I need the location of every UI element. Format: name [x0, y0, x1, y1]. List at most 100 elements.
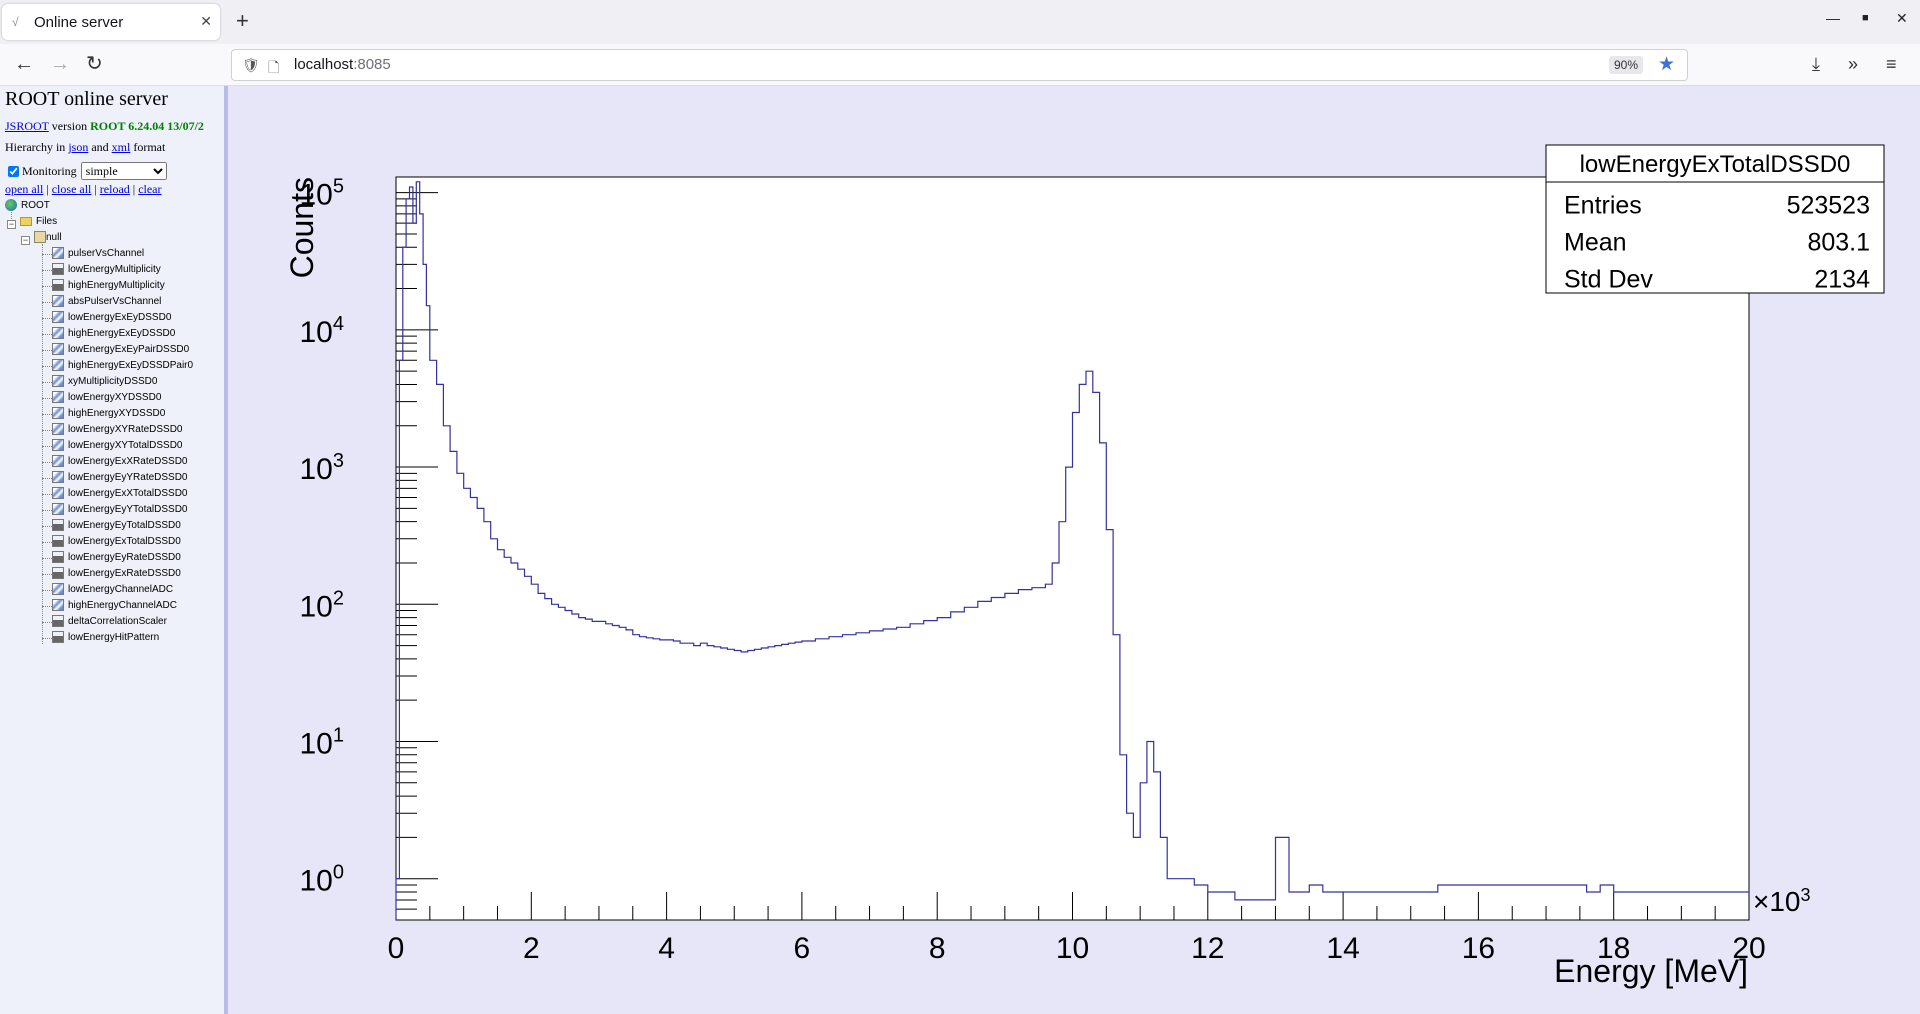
- shield-icon[interactable]: 🛡: [242, 57, 260, 74]
- collapse-null-icon[interactable]: −: [21, 236, 30, 245]
- json-link[interactable]: json: [68, 140, 88, 154]
- reload-icon[interactable]: ↻: [86, 53, 103, 75]
- tree-connector: [42, 366, 52, 367]
- url-port: :8085: [353, 56, 391, 73]
- new-tab-icon[interactable]: +: [236, 10, 249, 32]
- tree-connector: [42, 638, 52, 639]
- collapse-files-icon[interactable]: −: [7, 220, 16, 229]
- y-axis-title: Counts: [284, 177, 320, 278]
- x-tick-label: 8: [929, 932, 946, 965]
- tree-item[interactable]: absPulserVsChannel: [52, 294, 161, 310]
- tree-item-label: lowEnergyXYRateDSSD0: [68, 424, 183, 435]
- stats-stddev-label: Std Dev: [1564, 266, 1653, 294]
- tree-item[interactable]: deltaCorrelationScaler: [52, 614, 167, 630]
- h2-icon: [52, 311, 64, 324]
- tree-item[interactable]: lowEnergyExEyDSSD0: [52, 310, 171, 326]
- minimize-icon[interactable]: —: [1826, 10, 1840, 26]
- tree-connector: [42, 334, 52, 335]
- close-all-link[interactable]: close all: [52, 182, 92, 196]
- hierarchy-line: Hierarchy in json and xml format: [5, 140, 165, 155]
- reload-link[interactable]: reload: [100, 182, 130, 196]
- tree-root-label: ROOT: [21, 200, 50, 211]
- clear-link[interactable]: clear: [138, 182, 161, 196]
- tree-connector: [42, 478, 52, 479]
- back-icon[interactable]: ←: [14, 53, 34, 75]
- histogram-canvas[interactable]: 0 2 4 6 8 10 12 14 16 18 20 100101102103104105 ×10…: [228, 86, 1920, 1014]
- tree-item[interactable]: highEnergyMultiplicity: [52, 278, 165, 294]
- bookmark-star-icon[interactable]: ★: [1658, 53, 1675, 76]
- tree-item[interactable]: highEnergyExEyDSSDPair0: [52, 358, 193, 374]
- tree-item-label: absPulserVsChannel: [68, 296, 162, 307]
- menu-icon[interactable]: ≡: [1886, 54, 1897, 74]
- maximize-icon[interactable]: ■: [1862, 12, 1869, 24]
- close-window-icon[interactable]: ✕: [1896, 10, 1908, 27]
- tab-title: Online server: [34, 14, 124, 31]
- tree-item-label: lowEnergyExTotalDSSD0: [68, 536, 181, 547]
- tree-null-file[interactable]: null: [34, 230, 62, 246]
- tree-connector: [42, 574, 52, 575]
- overflow-icon[interactable]: »: [1848, 54, 1858, 74]
- x-tick-label: 14: [1326, 932, 1359, 965]
- forward-icon[interactable]: →: [50, 53, 70, 75]
- h2-icon: [52, 407, 64, 420]
- tree-item[interactable]: lowEnergyHitPattern: [52, 630, 159, 646]
- monitoring-label: Monitoring: [22, 163, 77, 178]
- version-word: version: [51, 119, 88, 133]
- downloads-icon[interactable]: ⤓: [1812, 54, 1820, 74]
- jsroot-link[interactable]: JSROOT: [5, 119, 49, 133]
- tree-item[interactable]: lowEnergyXYTotalDSSD0: [52, 438, 183, 454]
- tree-item[interactable]: lowEnergyXYRateDSSD0: [52, 422, 183, 438]
- tree-item-label: highEnergyExEyDSSD0: [68, 328, 176, 339]
- tree-item[interactable]: lowEnergyEyRateDSSD0: [52, 550, 181, 566]
- stats-box[interactable]: lowEnergyExTotalDSSD0 Entries 523523 Mea…: [1545, 144, 1885, 294]
- tree-item[interactable]: lowEnergyExRateDSSD0: [52, 566, 181, 582]
- tree-item[interactable]: xyMultiplicityDSSD0: [52, 374, 157, 390]
- root-file-icon: [34, 231, 46, 244]
- monitoring-checkbox[interactable]: [8, 165, 19, 177]
- h2-icon: [52, 375, 64, 388]
- xml-link[interactable]: xml: [112, 140, 131, 154]
- tree-item[interactable]: lowEnergyChannelADC: [52, 582, 173, 598]
- tree-item[interactable]: lowEnergyEyYRateDSSD0: [52, 470, 188, 486]
- tree-files-label: Files: [36, 216, 58, 227]
- url-host: localhost: [294, 56, 354, 73]
- tree-item-label: lowEnergyChannelADC: [68, 584, 174, 595]
- tree-item[interactable]: highEnergyExEyDSSD0: [52, 326, 175, 342]
- tree-files[interactable]: Files: [20, 214, 57, 230]
- tree-item[interactable]: highEnergyChannelADC: [52, 598, 177, 614]
- page-icon[interactable]: 🗋: [268, 57, 279, 81]
- y-tick-base: 10: [300, 727, 333, 760]
- tree-connector: [42, 414, 52, 415]
- tree-item[interactable]: lowEnergyMultiplicity: [52, 262, 161, 278]
- tree-item[interactable]: lowEnergyXYDSSD0: [52, 390, 161, 406]
- browser-tab[interactable]: √ Online server ✕: [2, 4, 220, 40]
- tree-actions: open all | close all | reload | clear: [5, 182, 162, 196]
- url-bar[interactable]: 🛡 🗋 localhost:8085 90% ★: [231, 49, 1688, 81]
- tree-item-label: lowEnergyExXRateDSSD0: [68, 456, 188, 467]
- tree-item[interactable]: lowEnergyExXTotalDSSD0: [52, 486, 188, 502]
- close-tab-icon[interactable]: ✕: [200, 13, 212, 30]
- tree-item[interactable]: pulserVsChannel: [52, 246, 144, 262]
- tree-item-label: highEnergyChannelADC: [68, 600, 177, 611]
- tree-connector: [42, 590, 52, 591]
- tree-item[interactable]: lowEnergyEyYTotalDSSD0: [52, 502, 188, 518]
- stats-title: lowEnergyExTotalDSSD0: [1580, 151, 1851, 178]
- tree-item[interactable]: lowEnergyEyTotalDSSD0: [52, 518, 181, 534]
- tree-item[interactable]: lowEnergyExTotalDSSD0: [52, 534, 181, 550]
- y-tick-exp: 5: [333, 176, 344, 198]
- tree-item[interactable]: lowEnergyExXRateDSSD0: [52, 454, 188, 470]
- tree-item[interactable]: lowEnergyExEyPairDSSD0: [52, 342, 189, 358]
- zoom-badge[interactable]: 90%: [1608, 56, 1643, 74]
- x-tick-label: 4: [658, 932, 675, 965]
- tree-item[interactable]: highEnergyXYDSSD0: [52, 406, 165, 422]
- tree-connector: [42, 302, 52, 303]
- url-text[interactable]: localhost:8085: [294, 56, 391, 73]
- h1-icon: [52, 631, 64, 644]
- open-all-link[interactable]: open all: [5, 182, 43, 196]
- server-title: ROOT online server: [5, 88, 168, 110]
- monitoring-mode-select[interactable]: simple: [80, 162, 167, 180]
- x-tick-label: 16: [1462, 932, 1495, 965]
- h2-icon: [52, 423, 64, 436]
- tree-item-label: highEnergyMultiplicity: [68, 280, 165, 291]
- tree-connector: [42, 244, 43, 644]
